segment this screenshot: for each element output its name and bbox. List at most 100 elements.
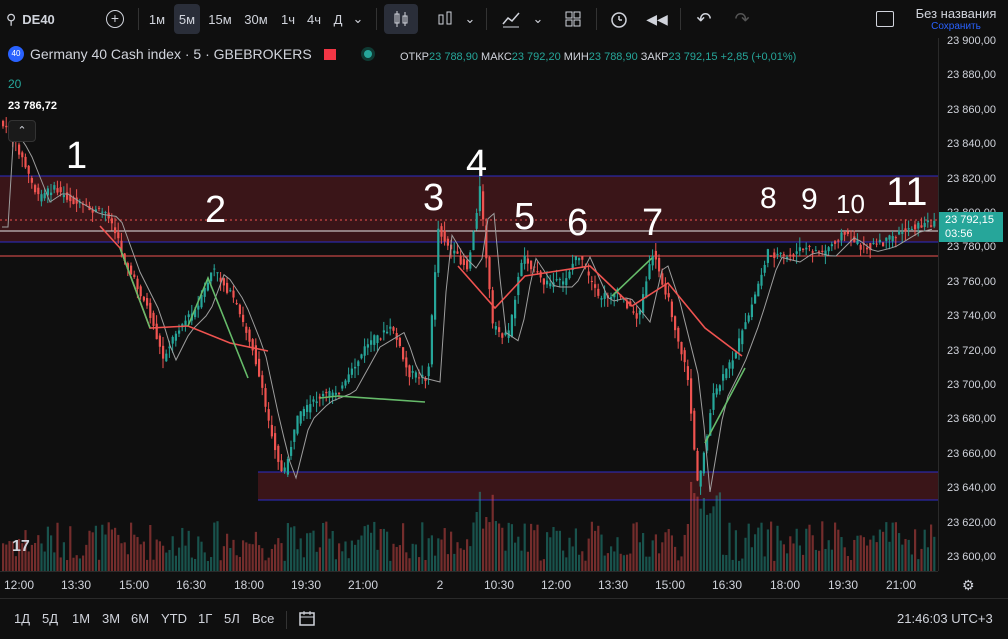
candle-body bbox=[389, 326, 392, 329]
ohlc-legend: ОТКР23 788,90 МАКС23 792,20 МИН23 788,90… bbox=[400, 51, 796, 63]
time-tick-label: 2 bbox=[436, 578, 444, 592]
time-tick-label: 12:00 bbox=[540, 578, 572, 592]
candle-body bbox=[232, 290, 235, 298]
candle-body bbox=[565, 278, 568, 286]
volume-bar bbox=[517, 536, 520, 571]
volume-bar bbox=[642, 533, 645, 571]
volume-bar bbox=[482, 528, 485, 571]
undo-button[interactable]: ↶ bbox=[690, 4, 718, 34]
range-ytd[interactable]: YTD bbox=[161, 611, 187, 626]
candles-icon bbox=[394, 11, 408, 27]
candle-body bbox=[798, 247, 801, 252]
price-tick-label: 23 740,00 bbox=[947, 310, 996, 323]
candle-body bbox=[338, 393, 341, 395]
candle-body bbox=[846, 231, 849, 234]
layout-checkbox[interactable] bbox=[872, 4, 898, 34]
volume-bar bbox=[789, 536, 792, 571]
candle-body bbox=[488, 257, 491, 290]
range-1d[interactable]: 1Д bbox=[14, 611, 30, 626]
interval-5m[interactable]: 5м bbox=[174, 4, 200, 34]
chart-type-button[interactable] bbox=[428, 4, 462, 34]
indicators-button[interactable] bbox=[496, 4, 526, 34]
candle-body bbox=[248, 329, 251, 342]
price-tick-label: 23 820,00 bbox=[947, 172, 996, 185]
volume-bar bbox=[478, 491, 481, 571]
range-6m[interactable]: 6М bbox=[131, 611, 149, 626]
volume-bar bbox=[53, 552, 56, 571]
goto-date-button[interactable] bbox=[298, 609, 316, 630]
volume-bar bbox=[610, 546, 613, 571]
interval-1h[interactable]: 1ч bbox=[276, 4, 300, 34]
settings-button[interactable]: ⚙ bbox=[962, 577, 975, 594]
interval-dropdown[interactable]: ⌄ bbox=[350, 4, 366, 34]
gear-icon: ⚙ bbox=[962, 577, 975, 593]
alert-button[interactable] bbox=[604, 4, 634, 34]
save-link[interactable]: Сохранить bbox=[906, 21, 1006, 32]
volume-bar bbox=[565, 557, 568, 571]
price-axis[interactable]: 23 900,00 23 880,00 23 860,00 23 840,00 23 8… bbox=[938, 35, 1008, 571]
range-1m[interactable]: 1М bbox=[72, 611, 90, 626]
candle-body bbox=[226, 282, 229, 293]
volume-bar bbox=[398, 545, 401, 571]
redo-button[interactable]: ↷ bbox=[728, 4, 756, 34]
volume-bar bbox=[587, 538, 590, 571]
range-5y[interactable]: 5Л bbox=[224, 611, 240, 626]
interval-30m[interactable]: 30м bbox=[240, 4, 272, 34]
candle-body bbox=[360, 354, 363, 359]
chart-canvas[interactable] bbox=[0, 38, 938, 571]
time-axis[interactable]: 12:00 13:30 15:00 16:30 18:00 19:30 21:00 2 10:3… bbox=[0, 571, 938, 598]
volume-bar bbox=[558, 530, 561, 571]
support-zone bbox=[258, 472, 938, 500]
volume-bar bbox=[786, 553, 789, 571]
volume-bar bbox=[56, 522, 59, 571]
candle-body bbox=[427, 366, 430, 377]
range-1y[interactable]: 1Г bbox=[198, 611, 212, 626]
candle-body bbox=[654, 250, 657, 260]
candle-body bbox=[782, 254, 785, 256]
clock[interactable]: 21:46:03 UTC+3 bbox=[897, 611, 993, 626]
volume-bar bbox=[181, 527, 184, 571]
volume-bar bbox=[552, 527, 555, 571]
volume-bar bbox=[238, 556, 241, 571]
interval-d[interactable]: Д bbox=[328, 4, 348, 34]
volume-bar bbox=[66, 560, 69, 571]
candle-body bbox=[270, 424, 273, 437]
volume-bar bbox=[571, 546, 574, 571]
candle-body bbox=[475, 213, 478, 229]
candles-button[interactable] bbox=[384, 4, 418, 34]
volume-bar bbox=[126, 554, 129, 571]
volume-bar bbox=[773, 560, 776, 571]
volume-bar bbox=[34, 542, 37, 571]
layout-button[interactable] bbox=[558, 4, 588, 34]
symbol-search[interactable]: ⚲ DE40 bbox=[6, 4, 76, 34]
volume-bar bbox=[680, 556, 683, 571]
price-tick-label: 23 620,00 bbox=[947, 516, 996, 529]
volume-bar bbox=[101, 524, 104, 571]
layout-name[interactable]: Без названия Сохранить bbox=[906, 6, 1006, 32]
interval-4h[interactable]: 4ч bbox=[302, 4, 326, 34]
volume-bar bbox=[94, 525, 97, 571]
volume-bar bbox=[594, 530, 597, 571]
range-3m[interactable]: 3М bbox=[102, 611, 120, 626]
range-all[interactable]: Все bbox=[252, 611, 274, 626]
collapse-legend-button[interactable]: ⌃ bbox=[8, 120, 36, 142]
candle-body bbox=[824, 250, 827, 257]
chart-type-dropdown[interactable]: ⌄ bbox=[462, 4, 478, 34]
candle-body bbox=[293, 429, 296, 442]
candle-body bbox=[686, 366, 689, 380]
indicator-legend[interactable]: 20 bbox=[8, 77, 21, 91]
replay-button[interactable]: ◀◀ bbox=[642, 4, 672, 34]
chart-pane[interactable] bbox=[0, 38, 938, 571]
range-5d[interactable]: 5Д bbox=[42, 611, 58, 626]
volume-bar bbox=[274, 544, 277, 571]
add-symbol-button[interactable]: + bbox=[100, 4, 130, 34]
open-label: ОТКР bbox=[400, 51, 430, 63]
volume-bar bbox=[933, 536, 936, 571]
interval-15m[interactable]: 15м bbox=[204, 4, 236, 34]
indicators-dropdown[interactable]: ⌄ bbox=[530, 4, 546, 34]
candle-body bbox=[299, 411, 302, 424]
volume-bar bbox=[386, 531, 389, 571]
interval-1m[interactable]: 1м bbox=[144, 4, 170, 34]
candle-body bbox=[379, 338, 382, 340]
volume-bar bbox=[578, 554, 581, 571]
